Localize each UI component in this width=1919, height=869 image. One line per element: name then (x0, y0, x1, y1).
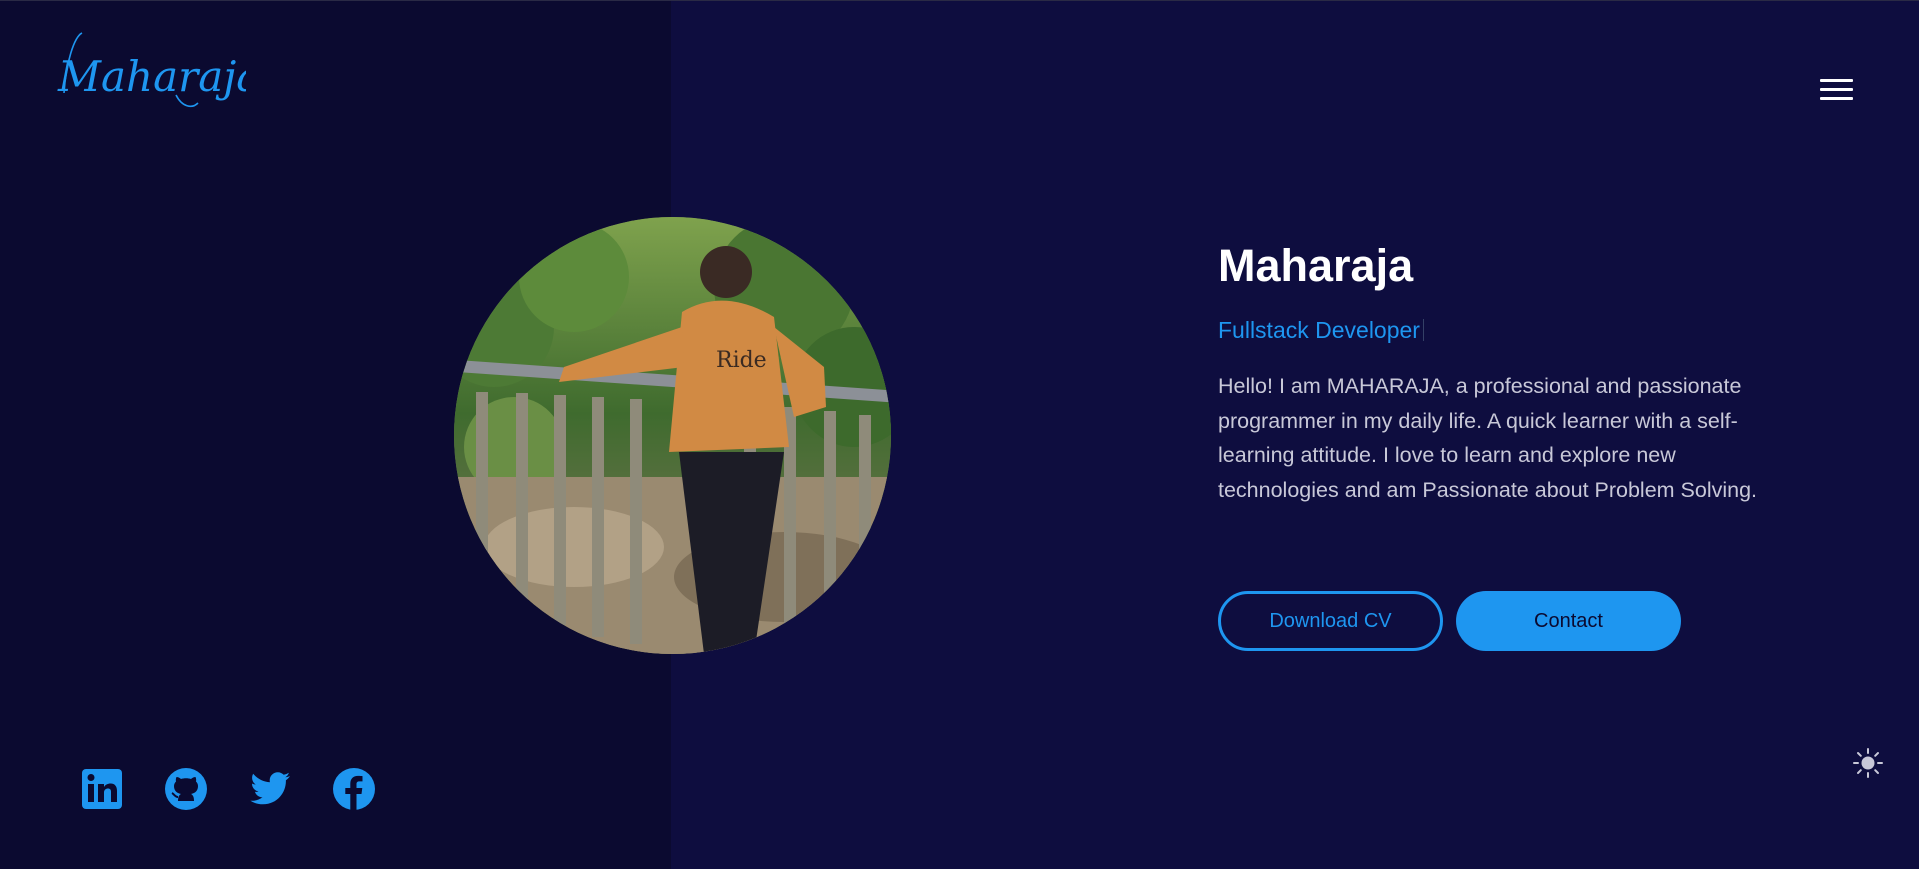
linkedin-icon[interactable] (80, 767, 124, 811)
typing-caret (1422, 319, 1424, 341)
svg-text:Ride: Ride (716, 348, 767, 373)
profile-photo: Ride (454, 217, 891, 654)
logo-link[interactable]: Maharaja (56, 23, 246, 113)
logo-text: Maharaja (57, 52, 246, 101)
signature-logo: Maharaja (57, 32, 246, 108)
sun-icon[interactable] (1852, 747, 1884, 779)
portfolio-page: Maharaja Ride Maharaja Fullstack Develop… (0, 0, 1919, 869)
contact-button[interactable]: Contact (1456, 591, 1681, 651)
github-icon[interactable] (164, 767, 208, 811)
intro-section: Maharaja Fullstack Developer Hello! I am… (1218, 237, 1798, 529)
download-cv-button[interactable]: Download CV (1218, 591, 1443, 651)
facebook-icon[interactable] (332, 767, 376, 811)
hero-role: Fullstack Developer (1218, 315, 1798, 345)
twitter-icon[interactable] (248, 767, 292, 811)
hamburger-menu-icon[interactable] (1816, 77, 1856, 107)
hero-bio: Hello! I am MAHARAJA, a professional and… (1218, 374, 1758, 502)
hero-name: Maharaja (1218, 240, 1414, 291)
role-text: Fullstack Developer (1218, 317, 1420, 343)
